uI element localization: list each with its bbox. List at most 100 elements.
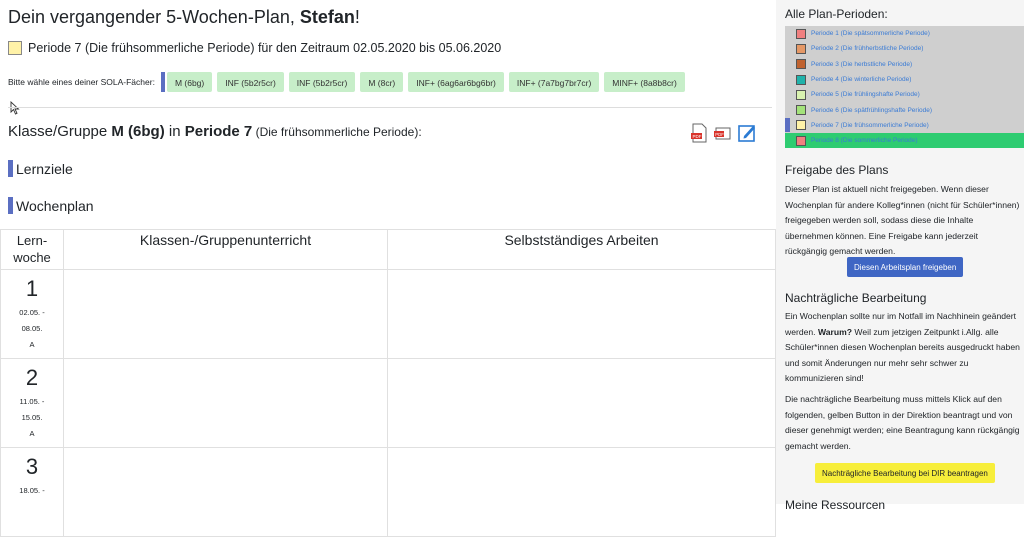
edit-title: Nachträgliche Bearbeitung bbox=[785, 291, 927, 305]
table-row: 3 18.05. - bbox=[0, 447, 776, 537]
section-marker bbox=[8, 197, 13, 214]
subject-selector: Bitte wähle eines deiner SOLA-Fächer: M … bbox=[8, 72, 690, 92]
self-study-cell[interactable] bbox=[387, 269, 776, 359]
subject-button-inf-5b2r5cr-2[interactable]: INF (5b2r5cr) bbox=[288, 72, 356, 92]
period-item-label: Periode 7 (Die frühsommerliche Periode) bbox=[811, 121, 929, 129]
main-content: Dein vergangender 5-Wochen-Plan, Stefan!… bbox=[0, 0, 776, 537]
self-study-cell[interactable] bbox=[387, 447, 776, 537]
column-header-week-line2: woche bbox=[13, 250, 51, 265]
subject-label: Bitte wähle eines deiner SOLA-Fächer: bbox=[8, 77, 155, 87]
week-to: 15.05. bbox=[21, 413, 43, 422]
week-cell: 3 18.05. - bbox=[0, 447, 64, 537]
period-item-label: Periode 1 (Die spätsommerliche Periode) bbox=[811, 30, 930, 38]
section-lernziele-label: Lernziele bbox=[16, 160, 73, 177]
period-item-5[interactable]: Periode 5 (Die frühlingshafte Periode) bbox=[785, 87, 1024, 102]
section-wochenplan-label: Wochenplan bbox=[16, 197, 94, 214]
period-item-6[interactable]: Periode 6 (Die spätfrühlingshafte Period… bbox=[785, 102, 1024, 117]
period-list: Periode 1 (Die spätsommerliche Periode) … bbox=[785, 26, 1024, 149]
active-subject-marker bbox=[160, 72, 165, 92]
current-period-marker bbox=[785, 118, 790, 132]
user-name: Stefan bbox=[299, 7, 355, 27]
period-item-label: Periode 8 (Die sommerliche Periode) bbox=[811, 137, 918, 145]
class-period: Periode 7 bbox=[184, 123, 253, 140]
week-number: 3 bbox=[25, 454, 39, 479]
class-group: M (6bg) bbox=[111, 123, 165, 140]
title-suffix: ! bbox=[354, 7, 360, 27]
week-from: 11.05. - bbox=[19, 397, 45, 406]
weekly-plan-table: Lern- woche Klassen-/Gruppenunterricht S… bbox=[0, 229, 776, 537]
edit-text-1: Ein Wochenplan sollte nur im Notfall im … bbox=[785, 309, 1020, 387]
week-to: 08.05. bbox=[21, 324, 43, 333]
week-type: A bbox=[29, 429, 35, 438]
column-header-class: Klassen-/Gruppenunterricht bbox=[63, 229, 388, 270]
plan-toolbar: PDF PDF bbox=[689, 122, 757, 144]
week-from: 18.05. - bbox=[19, 486, 45, 495]
release-text: Dieser Plan ist aktuell nicht freigegebe… bbox=[785, 184, 1020, 257]
class-lesson-cell[interactable] bbox=[63, 269, 388, 359]
period-item-label: Periode 5 (Die frühlingshafte Periode) bbox=[811, 91, 920, 99]
period-item-1[interactable]: Periode 1 (Die spätsommerliche Periode) bbox=[785, 26, 1024, 41]
subject-button-m-6bg[interactable]: M (6bg) bbox=[166, 72, 213, 92]
week-cell: 2 11.05. - 15.05. A bbox=[0, 358, 64, 448]
mouse-cursor-icon bbox=[10, 101, 20, 115]
class-heading-prefix: Klasse/Gruppe bbox=[8, 123, 112, 140]
column-header-self: Selbstständiges Arbeiten bbox=[387, 229, 776, 270]
class-lesson-cell[interactable] bbox=[63, 447, 388, 537]
page-title: Dein vergangender 5-Wochen-Plan, Stefan! bbox=[8, 6, 360, 28]
period-color-swatch bbox=[8, 41, 22, 55]
period-swatch bbox=[796, 43, 806, 54]
edit-icon[interactable] bbox=[737, 122, 757, 144]
title-text: Dein vergangender 5-Wochen-Plan, bbox=[8, 7, 300, 27]
period-item-3[interactable]: Periode 3 (Die herbstliche Periode) bbox=[785, 57, 1024, 72]
period-item-8[interactable]: Periode 8 (Die sommerliche Periode) bbox=[785, 133, 1024, 149]
pdf-icon[interactable]: PDF bbox=[689, 122, 709, 144]
period-info: Periode 7 (Die frühsommerliche Periode) … bbox=[8, 41, 501, 55]
period-item-7[interactable]: Periode 7 (Die frühsommerliche Periode) bbox=[785, 118, 1024, 133]
period-item-label: Periode 3 (Die herbstliche Periode) bbox=[811, 60, 913, 68]
period-swatch bbox=[796, 89, 806, 100]
period-swatch bbox=[796, 59, 806, 70]
column-header-week: Lern- woche bbox=[0, 229, 64, 270]
period-swatch bbox=[796, 74, 806, 85]
pdf-alt-icon[interactable]: PDF bbox=[713, 122, 733, 144]
subject-button-infplus-7[interactable]: INF+ (7a7bg7br7cr) bbox=[508, 72, 600, 92]
period-swatch bbox=[796, 105, 806, 116]
section-marker bbox=[8, 160, 13, 177]
week-from: 02.05. - bbox=[19, 308, 45, 317]
period-swatch bbox=[796, 28, 806, 39]
svg-text:PDF: PDF bbox=[715, 132, 724, 137]
section-lernziele: Lernziele bbox=[8, 160, 73, 177]
period-item-2[interactable]: Periode 2 (Die frühherbstliche Periode) bbox=[785, 41, 1024, 56]
divider bbox=[8, 107, 772, 108]
release-title: Freigabe des Plans bbox=[785, 163, 889, 177]
class-lesson-cell[interactable] bbox=[63, 358, 388, 448]
week-type: A bbox=[29, 340, 35, 349]
subject-button-infplus-6[interactable]: INF+ (6ag6ar6bg6br) bbox=[408, 72, 504, 92]
subject-button-inf-5b2r5cr[interactable]: INF (5b2r5cr) bbox=[217, 72, 284, 92]
table-row: 1 02.05. - 08.05. A bbox=[0, 269, 776, 359]
class-heading: Klasse/Gruppe M (6bg) in Periode 7 (Die … bbox=[8, 123, 422, 140]
week-number: 1 bbox=[25, 276, 39, 301]
period-item-4[interactable]: Periode 4 (Die winterliche Periode) bbox=[785, 72, 1024, 87]
period-item-label: Periode 6 (Die spätfrühlingshafte Period… bbox=[811, 106, 933, 114]
release-plan-button[interactable]: Diesen Arbeitsplan freigeben bbox=[847, 257, 964, 277]
period-swatch bbox=[796, 120, 806, 131]
period-item-label: Periode 4 (Die winterliche Periode) bbox=[811, 76, 912, 84]
week-cell: 1 02.05. - 08.05. A bbox=[0, 269, 64, 359]
svg-text:PDF: PDF bbox=[693, 134, 702, 139]
request-edit-button[interactable]: Nachträgliche Bearbeitung bei DIR beantr… bbox=[815, 463, 995, 483]
subject-button-minfplus-8[interactable]: MINF+ (8a8b8cr) bbox=[604, 72, 685, 92]
period-item-label: Periode 2 (Die frühherbstliche Periode) bbox=[811, 45, 924, 53]
class-heading-middle: in bbox=[164, 123, 185, 140]
period-swatch bbox=[796, 135, 806, 146]
class-period-note: (Die frühsommerliche Periode): bbox=[252, 125, 422, 139]
section-wochenplan: Wochenplan bbox=[8, 197, 94, 214]
subject-button-m-8cr[interactable]: M (8cr) bbox=[360, 72, 404, 92]
column-header-week-line1: Lern- bbox=[16, 233, 48, 248]
edit-text-2: Die nachträgliche Bearbeitung muss mitte… bbox=[785, 394, 1020, 451]
periods-title: Alle Plan-Perioden: bbox=[785, 7, 888, 21]
resources-title: Meine Ressourcen bbox=[785, 498, 886, 512]
table-header-row: Lern- woche Klassen-/Gruppenunterricht S… bbox=[0, 229, 776, 270]
self-study-cell[interactable] bbox=[387, 358, 776, 448]
period-text: Periode 7 (Die frühsommerliche Periode) … bbox=[28, 41, 502, 55]
